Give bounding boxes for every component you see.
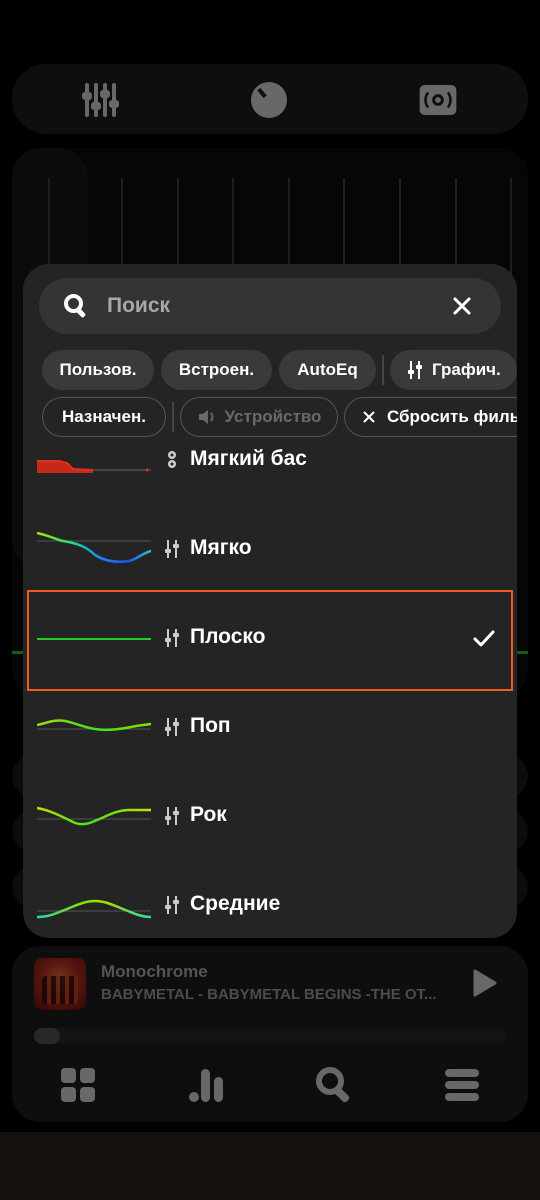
chip-divider <box>382 355 384 385</box>
graphic-eq-icon <box>165 718 179 736</box>
graphic-eq-icon <box>165 540 179 558</box>
graphic-eq-icon <box>165 629 179 647</box>
chip-divider <box>172 402 174 432</box>
preset-curve-thumbnail <box>37 460 151 473</box>
graphic-eq-icon <box>165 807 179 825</box>
filter-chip-autoeq[interactable]: AutoEq <box>279 350 376 390</box>
search-field[interactable]: Поиск <box>39 278 501 334</box>
filter-chip-custom[interactable]: Пользов. <box>42 350 154 390</box>
close-icon[interactable] <box>452 296 472 316</box>
preset-item[interactable]: Поп <box>23 683 517 772</box>
filter-chip-device: Устройство <box>180 397 338 437</box>
filter-chip-graphic[interactable]: Графич. <box>390 350 517 390</box>
preset-name: Мягко <box>190 536 252 559</box>
preset-curve-thumbnail <box>37 899 151 919</box>
preset-item-selected[interactable]: Плоско <box>23 590 517 691</box>
preset-name: Рок <box>190 803 227 826</box>
filter-chip-builtin[interactable]: Встроен. <box>161 350 272 390</box>
preset-item[interactable]: Мягкий бас <box>23 444 517 505</box>
preset-curve-thumbnail <box>37 531 151 563</box>
preset-name: Мягкий бас <box>190 447 307 470</box>
reset-filters-chip[interactable]: Сбросить филь <box>344 397 517 437</box>
filter-chip-graphic-label: Графич. <box>432 360 501 379</box>
graphic-eq-icon <box>165 896 179 914</box>
preset-item[interactable]: Рок <box>23 772 517 861</box>
checkmark-icon <box>473 630 495 647</box>
speaker-icon <box>198 410 214 424</box>
preset-item[interactable]: Средние <box>23 861 517 938</box>
preset-name: Плоско <box>190 625 266 648</box>
preset-curve-thumbnail <box>37 806 151 826</box>
search-placeholder: Поиск <box>107 294 171 317</box>
reset-filters-label: Сбросить филь <box>387 407 517 426</box>
preset-curve-thumbnail <box>37 719 151 732</box>
preset-name: Средние <box>190 892 281 915</box>
preset-item[interactable]: Мягко <box>23 505 517 594</box>
search-icon <box>64 294 86 318</box>
parametric-eq-icon <box>168 451 176 468</box>
preset-picker-dialog: Поиск Пользов. Встроен. AutoEq Графич. Н… <box>23 264 517 938</box>
graphic-eq-icon <box>408 361 422 379</box>
filter-chip-assigned[interactable]: Назначен. <box>42 397 166 437</box>
filter-chip-device-label: Устройство <box>224 407 322 426</box>
close-icon <box>363 411 375 423</box>
preset-list[interactable]: Мягкий бас Мягко Плоско Поп Рок Средние <box>23 444 517 938</box>
preset-name: Поп <box>190 714 231 737</box>
preset-curve-thumbnail <box>37 638 151 640</box>
system-nav-bar <box>0 1132 540 1200</box>
